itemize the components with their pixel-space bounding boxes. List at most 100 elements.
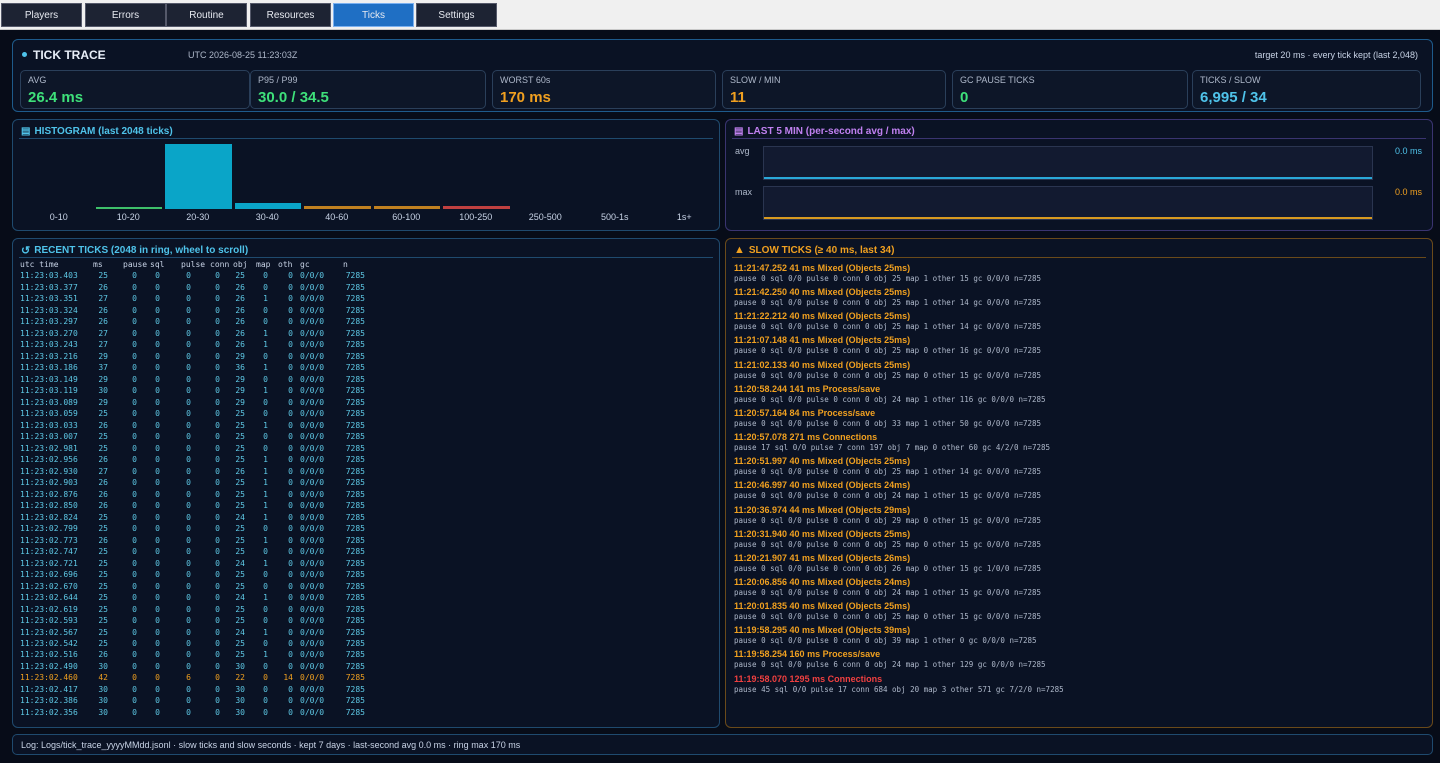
- tick-cell: 25: [235, 432, 245, 442]
- tick-cell: 0: [288, 707, 293, 717]
- tick-cell: 1: [263, 478, 268, 488]
- tick-cell: 0: [155, 363, 160, 373]
- tick-cell: 14: [283, 673, 293, 683]
- tick-cell: 0/0/0: [300, 696, 325, 706]
- slow-tick-item[interactable]: 11:21:02.133 40 ms Mixed (Objects 25ms) p…: [734, 360, 1041, 380]
- slow-tick-item[interactable]: 11:20:57.164 84 ms Process/save pause 0 s…: [734, 408, 1041, 428]
- tick-cell: 0: [263, 282, 268, 292]
- tick-cell: 0: [132, 294, 137, 304]
- tick-cell: 0: [263, 271, 268, 281]
- ticks-column: pause 0 0 0 0 0 0 0 0 0 0 0 0 0 0 0 0 0 0 0 0 0 0 0 0 0 0 0 0 0 0 0 0 0 0 0…: [123, 259, 147, 718]
- tick-cell: 0: [132, 386, 137, 396]
- tick-cell: 11:23:02.850: [20, 501, 78, 511]
- tick-cell: 0/0/0: [300, 673, 325, 683]
- histogram-bar: [304, 206, 371, 209]
- tick-cell: 0: [155, 282, 160, 292]
- tick-cell: 0: [263, 696, 268, 706]
- tick-cell: 0: [288, 684, 293, 694]
- tick-cell: 0: [132, 397, 137, 407]
- tick-cell: 11:23:03.059: [20, 409, 78, 419]
- tick-cell: 0: [186, 386, 191, 396]
- tick-cell: 24: [235, 512, 245, 522]
- tick-cell: 0/0/0: [300, 432, 325, 442]
- tick-cell: 11:23:02.490: [20, 661, 78, 671]
- tick-cell: 0: [288, 374, 293, 384]
- tick-cell: 7285: [345, 707, 365, 717]
- tick-cell: 7285: [345, 328, 365, 338]
- clock-icon: ↺: [21, 244, 31, 257]
- slow-tick-item[interactable]: 11:20:31.940 40 ms Mixed (Objects 25ms) p…: [734, 529, 1041, 549]
- tick-cell: 7285: [345, 512, 365, 522]
- tab-errors[interactable]: Errors: [85, 3, 166, 27]
- slow-tick-item[interactable]: 11:21:47.252 41 ms Mixed (Objects 25ms) p…: [734, 263, 1041, 283]
- slow-ticks-panel[interactable]: ▲ SLOW TICKS (≥ 40 ms, last 34) 11:21:47…: [725, 238, 1433, 728]
- slow-tick-item[interactable]: 11:20:46.997 40 ms Mixed (Objects 24ms) p…: [734, 480, 1041, 500]
- slow-tick-item[interactable]: 11:20:21.907 41 ms Mixed (Objects 26ms) p…: [734, 553, 1041, 573]
- slow-tick-title: 11:19:58.254 160 ms Process/save: [734, 649, 881, 660]
- tick-cell: 36: [235, 363, 245, 373]
- tick-cell: 11:23:03.324: [20, 305, 78, 315]
- histogram-bin-label: 10-20: [116, 212, 140, 222]
- tick-cell: 7285: [345, 604, 365, 614]
- tick-cell: 0: [186, 616, 191, 626]
- tick-cell: 24: [235, 558, 245, 568]
- tick-cell: 25: [235, 535, 245, 545]
- slow-tick-detail: pause 0 sql 0/0 pulse 0 conn 0 obj 33 ma…: [734, 418, 1042, 428]
- tick-cell: 0/0/0: [300, 547, 325, 557]
- tick-cell: 25: [235, 524, 245, 534]
- tick-cell: 0: [288, 363, 293, 373]
- tick-cell: 0/0/0: [300, 455, 325, 465]
- ticks-column: utc time 11:23:03.403 11:23:03.377 11:23:03…: [20, 259, 90, 718]
- tick-cell: 0: [186, 282, 191, 292]
- slow-tick-item[interactable]: 11:20:36.974 44 ms Mixed (Objects 29ms) p…: [734, 505, 1041, 525]
- tab-ticks[interactable]: Ticks: [333, 3, 414, 27]
- tab-settings[interactable]: Settings: [416, 3, 497, 27]
- tab-players[interactable]: Players: [1, 3, 82, 27]
- tick-cell: 0/0/0: [300, 351, 325, 361]
- slow-tick-item[interactable]: 11:21:07.148 41 ms Mixed (Objects 25ms) p…: [734, 335, 1041, 355]
- slow-tick-item[interactable]: 11:20:06.856 40 ms Mixed (Objects 24ms) p…: [734, 577, 1041, 597]
- tick-cell: 0: [132, 616, 137, 626]
- tick-cell: 11:23:02.567: [20, 627, 78, 637]
- tab-routine[interactable]: Routine: [166, 3, 247, 27]
- slow-tick-item[interactable]: 11:20:57.078 271 ms Connections pause 17 …: [734, 432, 1050, 452]
- slow-tick-item[interactable]: 11:21:42.250 40 ms Mixed (Objects 25ms) p…: [734, 287, 1041, 307]
- slow-tick-title: 11:20:21.907 41 ms Mixed (Objects 26ms): [734, 552, 911, 563]
- tick-cell: 0: [132, 673, 137, 683]
- tick-cell: 25: [98, 593, 108, 603]
- tick-cell: 0: [288, 570, 293, 580]
- slow-tick-item[interactable]: 11:21:22.212 40 ms Mixed (Objects 25ms) p…: [734, 311, 1041, 331]
- recent-ticks-panel[interactable]: ↺ RECENT TICKS (2048 in ring, wheel to s…: [12, 238, 720, 728]
- tick-cell: 0: [132, 420, 137, 430]
- slow-tick-item[interactable]: 11:20:58.244 141 ms Process/save pause 0 …: [734, 384, 1046, 404]
- tick-cell: 0: [215, 684, 220, 694]
- tick-cell: 11:23:02.356: [20, 707, 78, 717]
- tick-cell: 26: [98, 650, 108, 660]
- tick-cell: 1: [263, 420, 268, 430]
- footer-text: Log: Logs/tick_trace_yyyyMMdd.jsonl · sl…: [21, 739, 521, 750]
- slow-tick-item[interactable]: 11:19:58.254 160 ms Process/save pause 0 …: [734, 649, 1046, 669]
- slow-tick-item[interactable]: 11:19:58.295 40 ms Mixed (Objects 39ms) p…: [734, 625, 1037, 645]
- stat-card: TICKS / SLOW 6,995 / 34: [1192, 70, 1421, 109]
- tick-cell: 0: [132, 282, 137, 292]
- tick-cell: 0: [155, 593, 160, 603]
- slow-tick-item[interactable]: 11:19:58.070 1295 ms Connections pause 45…: [734, 674, 1064, 694]
- tick-cell: 0: [155, 558, 160, 568]
- tick-cell: 11:23:02.644: [20, 593, 78, 603]
- tick-cell: 7285: [345, 282, 365, 292]
- recent-ticks-table[interactable]: utc time 11:23:03.403 11:23:03.377 11:23:03…: [13, 259, 721, 724]
- tick-cell: 0: [132, 547, 137, 557]
- slow-tick-item[interactable]: 11:20:51.997 40 ms Mixed (Objects 25ms) p…: [734, 456, 1041, 476]
- tick-cell: 7285: [345, 305, 365, 315]
- slow-tick-item[interactable]: 11:20:01.835 40 ms Mixed (Objects 25ms) p…: [734, 601, 1041, 621]
- slow-tick-title: 11:20:31.940 40 ms Mixed (Objects 25ms): [734, 528, 911, 539]
- slow-tick-detail: pause 17 sql 0/0 pulse 7 conn 197 obj 7 …: [734, 443, 1051, 453]
- stat-card: WORST 60s 170 ms: [492, 70, 716, 109]
- tick-cell: 0: [132, 684, 137, 694]
- tick-cell: 0: [288, 455, 293, 465]
- tab-resources[interactable]: Resources: [250, 3, 331, 27]
- tick-cell: 0: [155, 466, 160, 476]
- tick-cell: 0: [288, 524, 293, 534]
- tick-cell: 0: [288, 661, 293, 671]
- tick-cell: 1: [263, 294, 268, 304]
